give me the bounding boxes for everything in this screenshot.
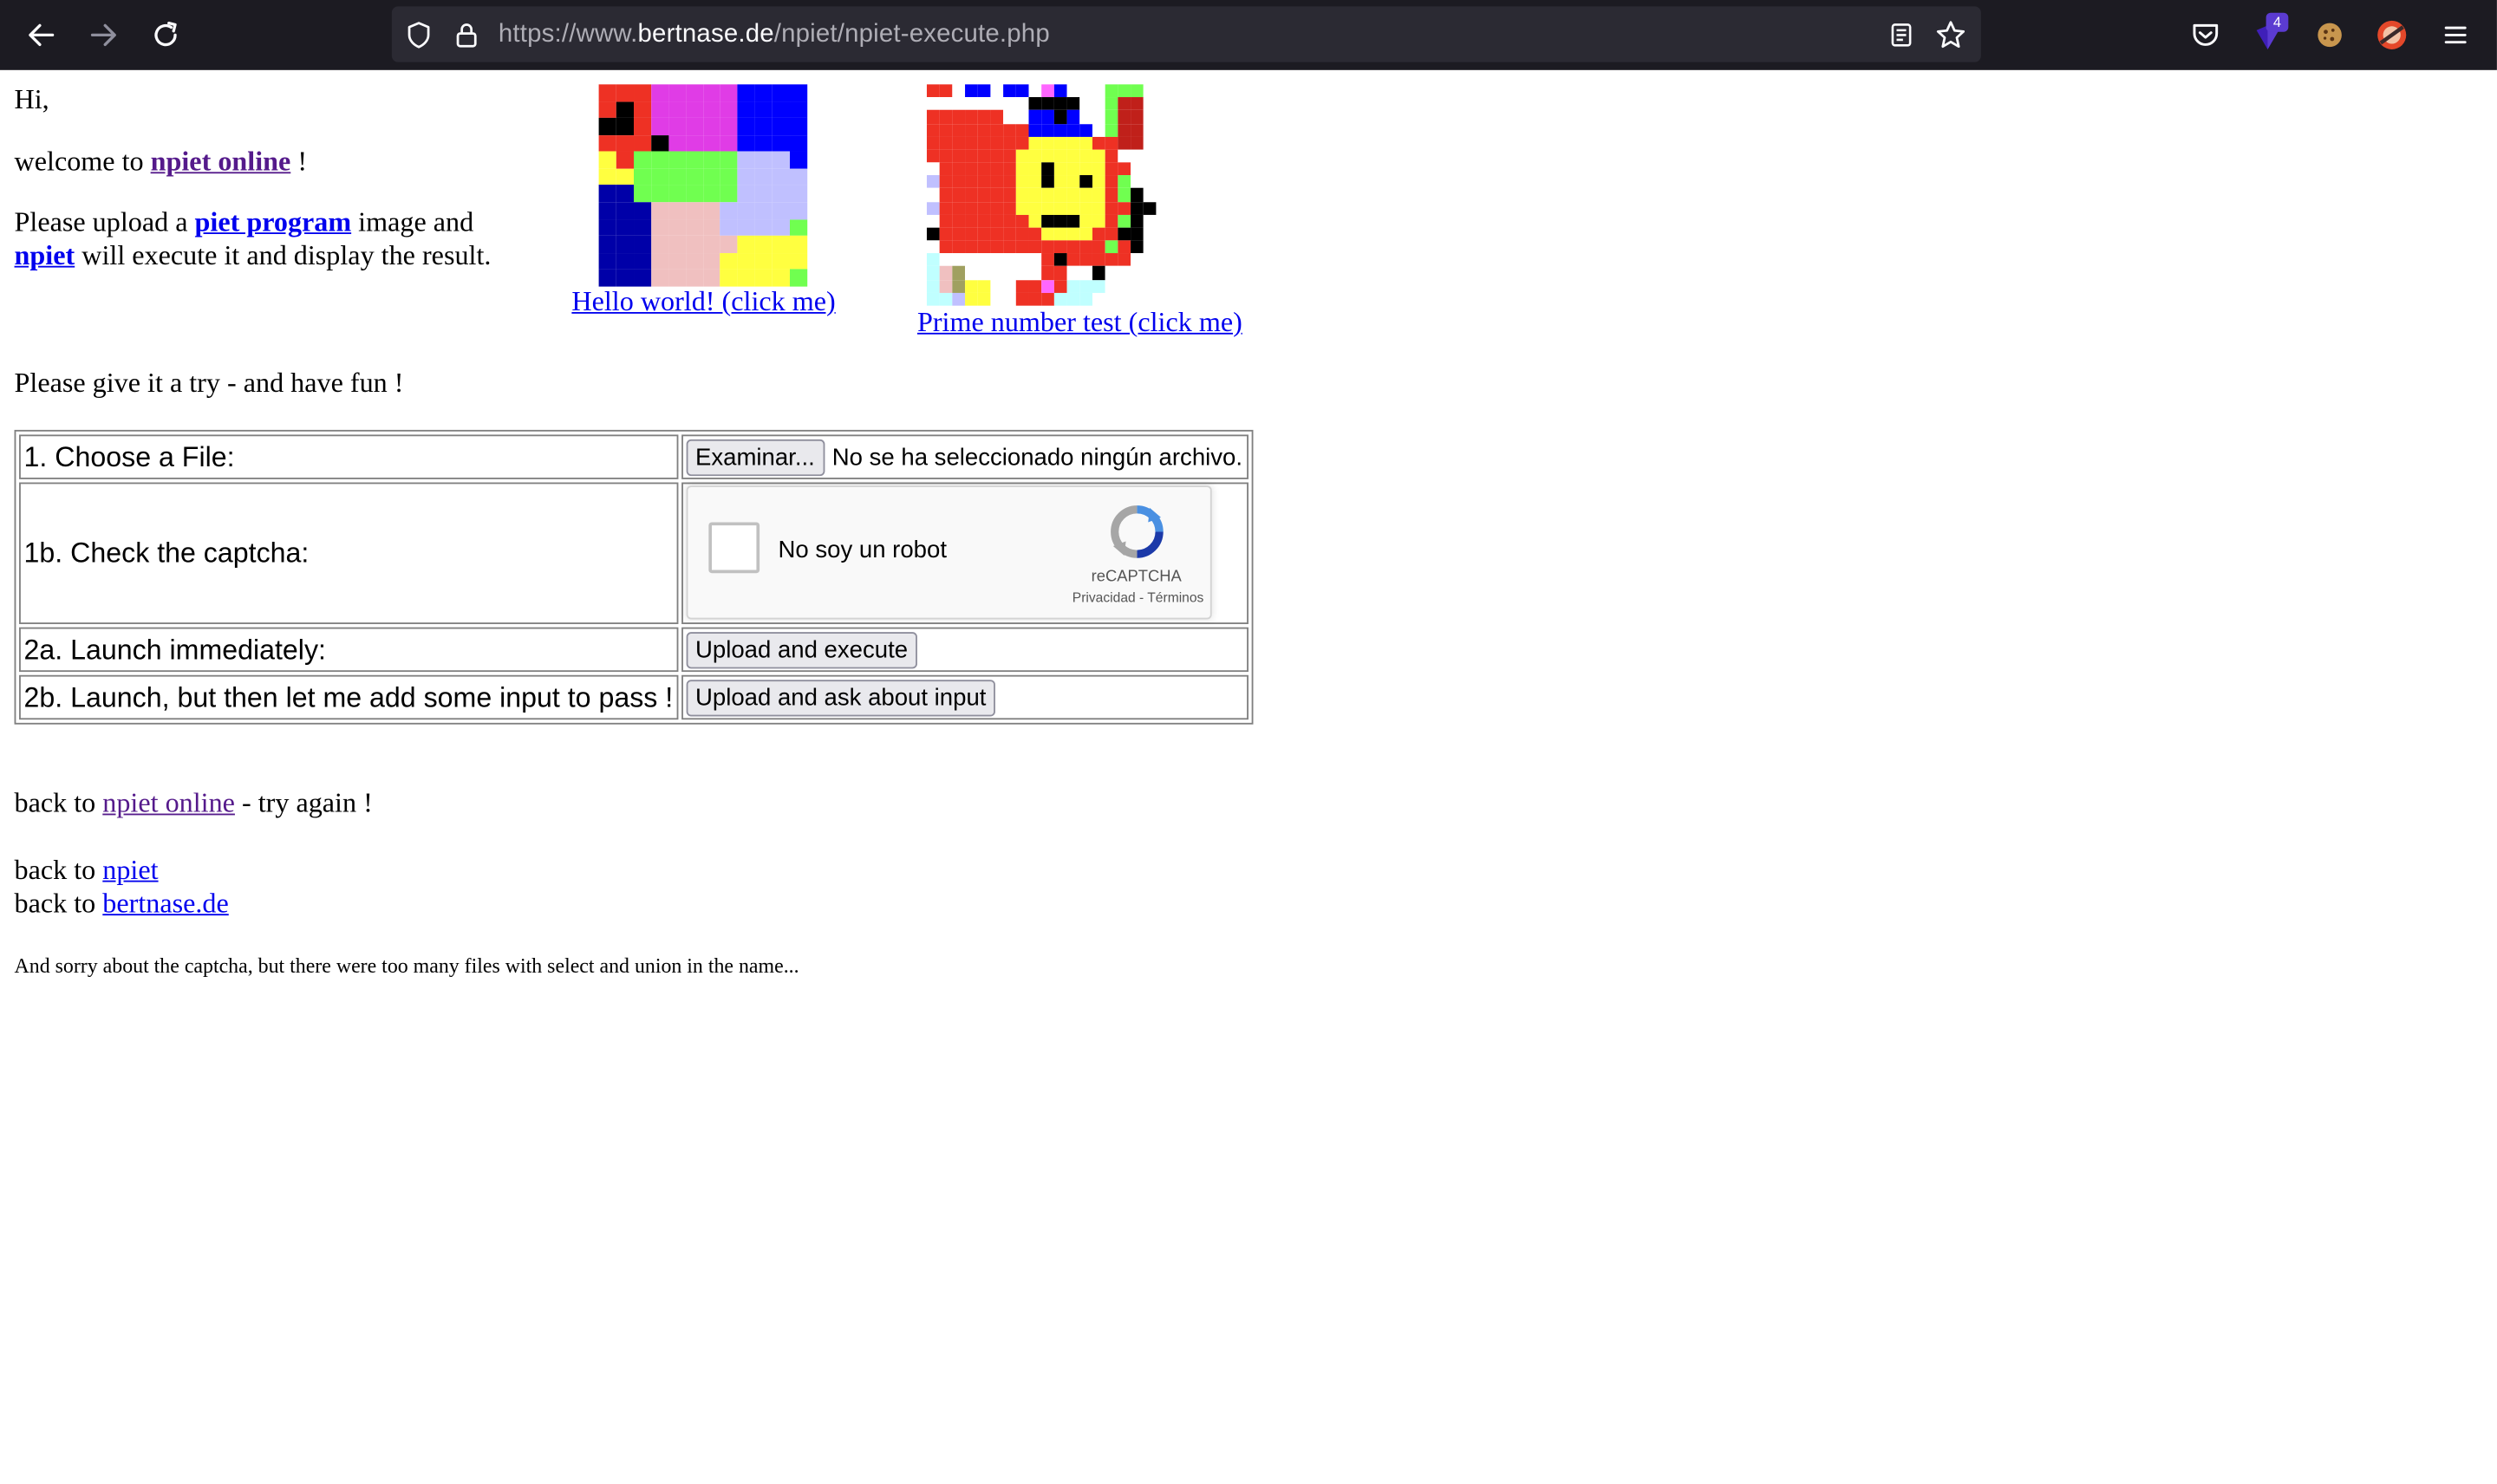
row-launch-with-input: 2b. Launch, but then let me add some inp… <box>19 674 1248 720</box>
pocket-icon[interactable] <box>2187 16 2225 54</box>
cookie-extension-icon[interactable] <box>2311 16 2349 54</box>
recaptcha-terms-links[interactable]: Privacidad - Términos <box>1038 589 1238 605</box>
captcha-checkbox-label: No soy un robot <box>778 536 948 564</box>
welcome-prefix: welcome to <box>14 145 151 177</box>
launch-immediately-label: 2a. Launch immediately: <box>19 627 678 673</box>
upload-form-table: 1. Choose a File: Examinar... No se ha s… <box>14 429 1254 725</box>
file-input-cell: Examinar... No se ha seleccionado ningún… <box>681 434 1248 479</box>
recaptcha-logo-icon <box>1108 503 1165 560</box>
upload-and-execute-button[interactable]: Upload and execute <box>685 631 918 668</box>
captcha-apology: And sorry about the captcha, but there w… <box>14 954 799 978</box>
page: https://www.bertnase.de/npiet/npiet-exec… <box>0 0 2497 1364</box>
back-npiet-line: back to npiet <box>15 853 159 885</box>
welcome-line: welcome to npiet online ! <box>15 145 307 177</box>
browser-toolbar: https://www.bertnase.de/npiet/npiet-exec… <box>0 0 2497 70</box>
reader-view-icon[interactable] <box>1886 19 1918 51</box>
try-again-text: - try again ! <box>234 786 373 819</box>
hello-world-link[interactable]: Hello world! (click me) <box>571 285 835 317</box>
extension-badge: 4 <box>2266 12 2289 32</box>
recaptcha-brand: reCAPTCHA <box>1091 568 1182 586</box>
shield-icon[interactable] <box>403 19 435 51</box>
recaptcha-widget: No soy un robot reCAPTCHA Privacidad - T… <box>685 485 1212 620</box>
npiet-link[interactable]: npiet <box>15 239 75 271</box>
back-prefix-3: back to <box>14 887 103 919</box>
upload-prefix: Please upload a <box>14 205 195 238</box>
piet-program-link[interactable]: piet program <box>195 205 352 238</box>
upload-suffix: image and <box>351 205 474 238</box>
back-prefix-1: back to <box>14 786 103 819</box>
upload-execute-cell: Upload and execute <box>681 627 1248 673</box>
captcha-cell: No soy un robot reCAPTCHA Privacidad - T… <box>681 482 1248 624</box>
forward-arrow-icon[interactable] <box>81 13 126 57</box>
browse-file-button[interactable]: Examinar... <box>685 439 825 476</box>
url-text[interactable]: https://www.bertnase.de/npiet/npiet-exec… <box>499 21 1050 49</box>
back-online-line: back to npiet online - try again ! <box>15 786 373 818</box>
prime-number-piet-image[interactable] <box>926 84 1233 306</box>
back-bertnase-line: back to bertnase.de <box>15 887 229 919</box>
captcha-checkbox[interactable] <box>707 522 760 574</box>
url-path: /npiet/npiet-execute.php <box>773 20 1050 49</box>
back-arrow-icon[interactable] <box>19 13 63 57</box>
row-choose-file: 1. Choose a File: Examinar... No se ha s… <box>19 434 1248 479</box>
captcha-label: 1b. Check the captcha: <box>19 482 678 624</box>
upload-and-ask-input-button[interactable]: Upload and ask about input <box>685 679 996 716</box>
upload-line: Please upload a piet program image and <box>15 205 474 238</box>
welcome-suffix: ! <box>290 145 308 177</box>
profile-extension-icon[interactable] <box>2373 16 2411 54</box>
try-text: Please give it a try - and have fun ! <box>14 366 404 399</box>
hello-world-piet-image[interactable] <box>598 84 808 287</box>
lock-icon[interactable] <box>451 19 483 51</box>
back-npiet-link[interactable]: npiet <box>102 853 158 885</box>
execute-suffix: will execute it and display the result. <box>75 238 492 271</box>
prime-number-link[interactable]: Prime number test (click me) <box>917 306 1242 338</box>
greeting: Hi, <box>14 82 49 115</box>
menu-hamburger-icon[interactable] <box>2436 16 2474 54</box>
bookmark-star-icon[interactable] <box>1935 19 1967 51</box>
choose-file-label: 1. Choose a File: <box>19 434 678 479</box>
url-host: bertnase.de <box>637 20 774 49</box>
execute-line: npiet will execute it and display the re… <box>15 239 492 271</box>
row-launch-immediately: 2a. Launch immediately: Upload and execu… <box>19 627 1248 673</box>
file-status: No se ha seleccionado ningún archivo. <box>831 443 1243 471</box>
back-bertnase-link[interactable]: bertnase.de <box>102 887 228 919</box>
url-prefix: https://www. <box>498 20 638 49</box>
upload-input-cell: Upload and ask about input <box>681 674 1248 720</box>
row-captcha: 1b. Check the captcha: No soy un robot r… <box>19 482 1248 624</box>
address-bar[interactable]: https://www.bertnase.de/npiet/npiet-exec… <box>391 6 1981 62</box>
back-prefix-2: back to <box>14 853 103 886</box>
launch-with-input-label: 2b. Launch, but then let me add some inp… <box>19 674 678 720</box>
reload-icon[interactable] <box>143 13 187 57</box>
npiet-online-link[interactable]: npiet online <box>151 145 291 177</box>
back-npiet-online-link[interactable]: npiet online <box>102 786 235 818</box>
